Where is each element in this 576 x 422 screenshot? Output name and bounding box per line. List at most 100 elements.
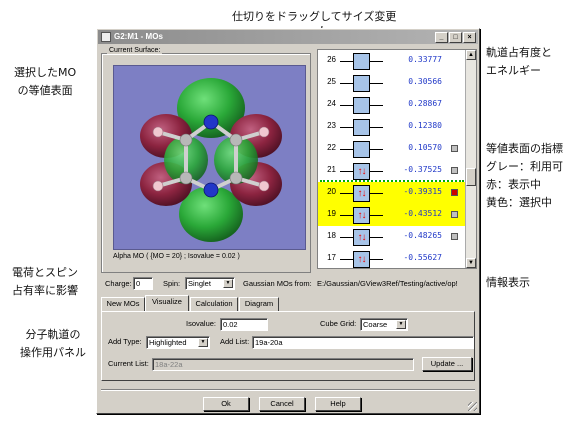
mo-row[interactable]: 19 ↑↓ -0.43512 (318, 204, 466, 226)
resize-grip[interactable] (468, 402, 477, 411)
mo-level-line (340, 193, 353, 194)
mo-orbital-box[interactable]: ↑↓ (353, 163, 370, 180)
annotation-selected-mo: 選択したMO の等値表面 (14, 66, 77, 97)
mo-level-list[interactable]: 26 0.33777 25 0.30566 24 0.28867 23 0.12380 22 0.… (317, 49, 477, 269)
mo-number: 26 (327, 55, 336, 64)
cube-grid-value: Coarse (363, 320, 388, 329)
charge-input[interactable]: 0 (133, 277, 153, 290)
mo-orbital-box[interactable] (353, 97, 370, 114)
mo-level-line (340, 171, 353, 172)
surface-indicator[interactable] (451, 233, 458, 240)
scroll-down-button[interactable]: ▼ (466, 258, 476, 268)
mo-number: 20 (327, 187, 336, 196)
mo-row[interactable]: 23 0.12380 (318, 116, 466, 138)
close-button[interactable]: × (463, 32, 476, 43)
mo-row[interactable]: 24 0.28867 (318, 94, 466, 116)
add-type-select[interactable]: Highlighted ▼ (146, 336, 210, 349)
mo-orbital-box[interactable]: ↑↓ (353, 251, 370, 268)
chevron-down-icon: ▼ (223, 279, 233, 288)
mo-level-line (370, 171, 383, 172)
mo-number: 23 (327, 121, 336, 130)
tab-calculation[interactable]: Calculation (190, 297, 238, 311)
ok-button[interactable]: Ok (203, 397, 249, 411)
cube-grid-label: Cube Grid: (320, 319, 357, 328)
mo-level-line (340, 83, 353, 84)
tab-visualize[interactable]: Visualize (145, 295, 189, 311)
tab-new-mos[interactable]: New MOs (101, 297, 145, 311)
source-path: E:/Gaussian/GView3Ref/Testing/active/op! (317, 279, 458, 288)
electron-pair-icon: ↑↓ (357, 188, 367, 199)
surface-indicator[interactable] (451, 145, 458, 152)
mo-energy: -0.55627 (403, 253, 442, 262)
scroll-up-button[interactable]: ▲ (466, 50, 476, 60)
mo-row[interactable]: 20 ↑↓ -0.39315 (318, 182, 466, 204)
mos-dialog: G2:M1 - MOs _ □ × Current Surface: Alpha… (96, 28, 480, 414)
mo-energy: 0.33777 (408, 55, 442, 64)
visualize-panel: Isovalue: 0.02 Cube Grid: Coarse ▼ Add T… (101, 311, 475, 381)
mo-orbital-box[interactable]: ↑↓ (353, 207, 370, 224)
surface-indicator[interactable] (451, 167, 458, 174)
mo-orbital-box[interactable] (353, 141, 370, 158)
mo-level-line (370, 105, 383, 106)
minimize-button[interactable]: _ (435, 32, 448, 43)
annotation-surface-indicator: 等値表面の指標 グレー：利用可 赤：表示中 黄色：選択中 (486, 142, 563, 209)
mo-level-line (370, 215, 383, 216)
source-label: Gaussian MOs from: (243, 279, 312, 288)
mo-row[interactable]: 18 ↑↓ -0.48265 (318, 226, 466, 248)
tab-diagram[interactable]: Diagram (239, 297, 279, 311)
mo-energy: -0.48265 (403, 231, 442, 240)
mo-level-line (370, 127, 383, 128)
current-list-field: 18a-22a (152, 358, 414, 371)
electron-pair-icon (354, 142, 369, 157)
surface-indicator[interactable] (451, 189, 458, 196)
spin-select[interactable]: Singlet ▼ (185, 277, 235, 290)
electron-pair-icon: ↑↓ (357, 232, 367, 243)
mo-level-line (370, 61, 383, 62)
bottom-separator (101, 389, 475, 391)
mo-level-line (340, 105, 353, 106)
mo-orbital-box[interactable] (353, 75, 370, 92)
window-title: G2:M1 - MOs (114, 32, 163, 41)
panel-splitter[interactable] (312, 49, 316, 269)
annotation-info-display: 情報表示 (486, 276, 530, 289)
mo-isosurface-viewport[interactable] (113, 65, 306, 250)
app-icon (101, 32, 111, 42)
surface-caption: Alpha MO ( {MO = 20} ; Isovalue = 0.02 ) (113, 253, 240, 260)
spin-label: Spin: (163, 279, 181, 288)
mo-orbital-box[interactable] (353, 119, 370, 136)
cube-grid-select[interactable]: Coarse ▼ (360, 318, 408, 331)
cancel-button[interactable]: Cancel (259, 397, 305, 411)
mo-level-line (370, 83, 383, 84)
mo-energy: 0.10570 (408, 143, 442, 152)
mo-number: 18 (327, 231, 336, 240)
electron-pair-icon (354, 54, 369, 69)
annotation-occupancy: 軌道占有度と エネルギー (486, 46, 552, 77)
update-button[interactable]: Update ... (422, 357, 472, 371)
scroll-thumb[interactable] (466, 168, 476, 186)
mo-level-line (340, 259, 353, 260)
isosurface-image (140, 78, 282, 242)
add-list-input[interactable]: 19a-20a (252, 336, 474, 349)
mo-orbital-box[interactable]: ↑↓ (353, 185, 370, 202)
surface-indicator[interactable] (451, 211, 458, 218)
mo-row[interactable]: 22 0.10570 (318, 138, 466, 160)
mo-energy: -0.37525 (403, 165, 442, 174)
current-surface-panel: Current Surface: Alpha MO ({MO = 20} ; … (101, 47, 311, 273)
mo-row[interactable]: 25 0.30566 (318, 72, 466, 94)
help-button[interactable]: Help (315, 397, 361, 411)
maximize-button[interactable]: □ (449, 32, 462, 43)
mo-level-line (340, 237, 353, 238)
spin-select-value: Singlet (188, 279, 211, 288)
isovalue-input[interactable]: 0.02 (220, 318, 268, 331)
mo-energy: 0.30566 (408, 77, 442, 86)
electron-pair-icon (354, 76, 369, 91)
chevron-down-icon: ▼ (198, 338, 208, 347)
mo-level-line (370, 149, 383, 150)
mo-list-scrollbar[interactable]: ▲ ▼ (465, 50, 476, 268)
mo-row[interactable]: 26 0.33777 (318, 50, 466, 72)
electron-pair-icon (354, 120, 369, 135)
mo-row[interactable]: 17 ↑↓ -0.55627 (318, 248, 466, 268)
mo-row[interactable]: 21 ↑↓ -0.37525 (318, 160, 466, 182)
mo-orbital-box[interactable]: ↑↓ (353, 229, 370, 246)
mo-orbital-box[interactable] (353, 53, 370, 70)
